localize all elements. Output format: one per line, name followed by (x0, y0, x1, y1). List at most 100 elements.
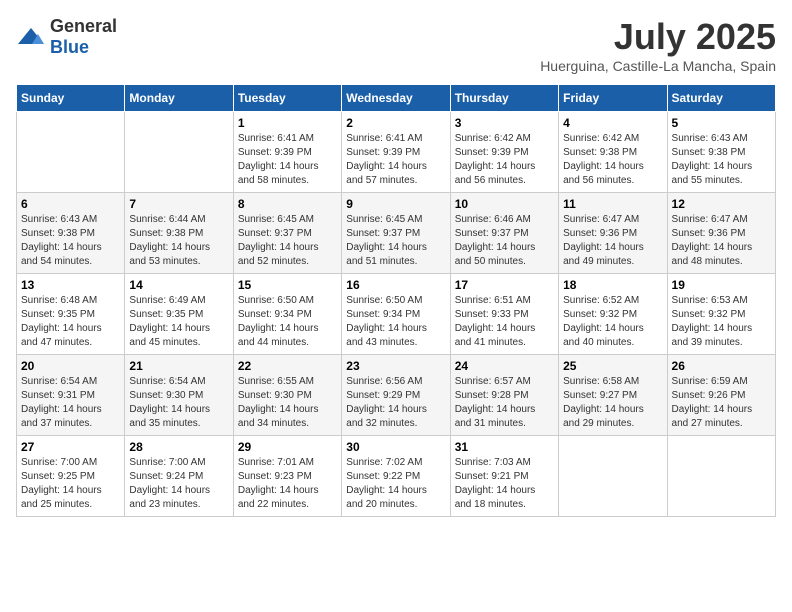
day-number: 1 (238, 116, 337, 130)
calendar-cell: 28Sunrise: 7:00 AMSunset: 9:24 PMDayligh… (125, 436, 233, 517)
day-number: 27 (21, 440, 120, 454)
calendar-cell: 10 Sunrise: 6:46 AMSunset: 9:37 PMDayligh… (450, 193, 558, 274)
calendar-cell: 22Sunrise: 6:55 AMSunset: 9:30 PMDayligh… (233, 355, 341, 436)
weekday-header: Friday (559, 85, 667, 112)
day-number: 12 (672, 197, 771, 211)
calendar-cell: 30Sunrise: 7:02 AMSunset: 9:22 PMDayligh… (342, 436, 450, 517)
calendar-week-row: 13 Sunrise: 6:48 AMSunset: 9:35 PMDayligh… (17, 274, 776, 355)
calendar-cell: 24Sunrise: 6:57 AMSunset: 9:28 PMDayligh… (450, 355, 558, 436)
logo: General Blue (16, 16, 117, 58)
day-number: 7 (129, 197, 228, 211)
day-number: 13 (21, 278, 120, 292)
calendar-cell: 3 Sunrise: 6:42 AMSunset: 9:39 PMDaylight… (450, 112, 558, 193)
calendar-cell (559, 436, 667, 517)
day-info: Sunrise: 7:01 AMSunset: 9:23 PMDaylight:… (238, 456, 337, 512)
calendar-table: SundayMondayTuesdayWednesdayThursdayFrid… (16, 84, 776, 517)
day-info: Sunrise: 6:56 AMSunset: 9:29 PMDaylight:… (346, 375, 445, 431)
calendar-cell (17, 112, 125, 193)
day-info: Sunrise: 6:45 AMSunset: 9:37 PMDaylight:… (346, 213, 445, 269)
calendar-cell: 14 Sunrise: 6:49 AMSunset: 9:35 PMDayligh… (125, 274, 233, 355)
day-number: 26 (672, 359, 771, 373)
calendar-cell: 18Sunrise: 6:52 AMSunset: 9:32 PMDayligh… (559, 274, 667, 355)
day-info: Sunrise: 6:59 AMSunset: 9:26 PMDaylight:… (672, 375, 771, 431)
calendar-cell: 17Sunrise: 6:51 AMSunset: 9:33 PMDayligh… (450, 274, 558, 355)
day-number: 16 (346, 278, 445, 292)
page-header: General Blue July 2025 Huerguina, Castil… (16, 16, 776, 74)
day-info: Sunrise: 7:00 AMSunset: 9:25 PMDaylight:… (21, 456, 120, 512)
day-number: 20 (21, 359, 120, 373)
day-number: 30 (346, 440, 445, 454)
weekday-header: Monday (125, 85, 233, 112)
calendar-cell: 1Sunrise: 6:41 AMSunset: 9:39 PMDaylight… (233, 112, 341, 193)
calendar-cell: 12 Sunrise: 6:47 AMSunset: 9:36 PMDayligh… (667, 193, 775, 274)
calendar-cell: 21 Sunrise: 6:54 AMSunset: 9:30 PMDayligh… (125, 355, 233, 436)
calendar-cell: 5Sunrise: 6:43 AMSunset: 9:38 PMDaylight… (667, 112, 775, 193)
day-number: 31 (455, 440, 554, 454)
day-info: Sunrise: 6:42 AMSunset: 9:39 PMDaylight:… (455, 132, 554, 188)
day-info: Sunrise: 6:47 AMSunset: 9:36 PMDaylight:… (563, 213, 662, 269)
day-info: Sunrise: 6:47 AMSunset: 9:36 PMDaylight:… (672, 213, 771, 269)
calendar-cell: 20 Sunrise: 6:54 AMSunset: 9:31 PMDayligh… (17, 355, 125, 436)
calendar-cell: 26 Sunrise: 6:59 AMSunset: 9:26 PMDayligh… (667, 355, 775, 436)
logo-text: General Blue (50, 16, 117, 58)
day-number: 10 (455, 197, 554, 211)
weekday-header: Tuesday (233, 85, 341, 112)
logo-icon (16, 26, 46, 48)
day-number: 18 (563, 278, 662, 292)
day-info: Sunrise: 6:54 AMSunset: 9:30 PMDaylight:… (129, 375, 228, 431)
day-number: 14 (129, 278, 228, 292)
day-number: 17 (455, 278, 554, 292)
title-block: July 2025 Huerguina, Castille-La Mancha,… (540, 16, 776, 74)
weekday-header: Saturday (667, 85, 775, 112)
calendar-cell: 9 Sunrise: 6:45 AMSunset: 9:37 PMDaylight… (342, 193, 450, 274)
day-info: Sunrise: 6:42 AMSunset: 9:38 PMDaylight:… (563, 132, 662, 188)
calendar-body: 1 Sunrise: 6:41 AMSunset: 9:39 PMDaylight… (17, 112, 776, 517)
day-info: Sunrise: 6:45 AMSunset: 9:37 PMDaylight:… (238, 213, 337, 269)
day-info: Sunrise: 6:57 AMSunset: 9:28 PMDaylight:… (455, 375, 554, 431)
calendar-cell: 19Sunrise: 6:53 AMSunset: 9:32 PMDayligh… (667, 274, 775, 355)
day-info: Sunrise: 6:48 AMSunset: 9:35 PMDaylight:… (21, 294, 120, 350)
logo-blue: Blue (50, 37, 89, 57)
calendar-cell: 4 Sunrise: 6:42 AMSunset: 9:38 PMDaylight… (559, 112, 667, 193)
weekday-header-row: SundayMondayTuesdayWednesdayThursdayFrid… (17, 85, 776, 112)
day-info: Sunrise: 6:50 AMSunset: 9:34 PMDaylight:… (346, 294, 445, 350)
day-number: 21 (129, 359, 228, 373)
day-info: Sunrise: 6:44 AMSunset: 9:38 PMDaylight:… (129, 213, 228, 269)
calendar-cell: 23Sunrise: 6:56 AMSunset: 9:29 PMDayligh… (342, 355, 450, 436)
location-subtitle: Huerguina, Castille-La Mancha, Spain (540, 58, 776, 74)
calendar-week-row: 1 Sunrise: 6:41 AMSunset: 9:39 PMDaylight… (17, 112, 776, 193)
day-number: 19 (672, 278, 771, 292)
day-info: Sunrise: 6:54 AMSunset: 9:31 PMDaylight:… (21, 375, 120, 431)
day-number: 6 (21, 197, 120, 211)
day-number: 3 (455, 116, 554, 130)
calendar-cell: 13 Sunrise: 6:48 AMSunset: 9:35 PMDayligh… (17, 274, 125, 355)
day-info: Sunrise: 6:41 AMSunset: 9:39 PMDaylight:… (346, 132, 445, 188)
day-number: 25 (563, 359, 662, 373)
day-number: 4 (563, 116, 662, 130)
calendar-cell: 7 Sunrise: 6:44 AMSunset: 9:38 PMDaylight… (125, 193, 233, 274)
day-number: 9 (346, 197, 445, 211)
day-info: Sunrise: 7:03 AMSunset: 9:21 PMDaylight:… (455, 456, 554, 512)
calendar-cell: 16 Sunrise: 6:50 AMSunset: 9:34 PMDayligh… (342, 274, 450, 355)
calendar-cell: 8 Sunrise: 6:45 AMSunset: 9:37 PMDaylight… (233, 193, 341, 274)
calendar-week-row: 6Sunrise: 6:43 AMSunset: 9:38 PMDaylight… (17, 193, 776, 274)
logo-general: General (50, 16, 117, 36)
calendar-cell: 31 Sunrise: 7:03 AMSunset: 9:21 PMDayligh… (450, 436, 558, 517)
day-info: Sunrise: 6:49 AMSunset: 9:35 PMDaylight:… (129, 294, 228, 350)
day-number: 8 (238, 197, 337, 211)
day-info: Sunrise: 6:46 AMSunset: 9:37 PMDaylight:… (455, 213, 554, 269)
day-info: Sunrise: 6:58 AMSunset: 9:27 PMDaylight:… (563, 375, 662, 431)
day-number: 29 (238, 440, 337, 454)
calendar-cell: 29 Sunrise: 7:01 AMSunset: 9:23 PMDayligh… (233, 436, 341, 517)
day-number: 5 (672, 116, 771, 130)
calendar-cell: 2Sunrise: 6:41 AMSunset: 9:39 PMDaylight… (342, 112, 450, 193)
day-number: 11 (563, 197, 662, 211)
calendar-cell: 27 Sunrise: 7:00 AMSunset: 9:25 PMDayligh… (17, 436, 125, 517)
calendar-week-row: 27 Sunrise: 7:00 AMSunset: 9:25 PMDayligh… (17, 436, 776, 517)
calendar-cell: 11 Sunrise: 6:47 AMSunset: 9:36 PMDayligh… (559, 193, 667, 274)
weekday-header: Thursday (450, 85, 558, 112)
day-info: Sunrise: 7:00 AMSunset: 9:24 PMDaylight:… (129, 456, 228, 512)
calendar-cell: 25 Sunrise: 6:58 AMSunset: 9:27 PMDayligh… (559, 355, 667, 436)
calendar-cell: 15Sunrise: 6:50 AMSunset: 9:34 PMDayligh… (233, 274, 341, 355)
calendar-header: SundayMondayTuesdayWednesdayThursdayFrid… (17, 85, 776, 112)
